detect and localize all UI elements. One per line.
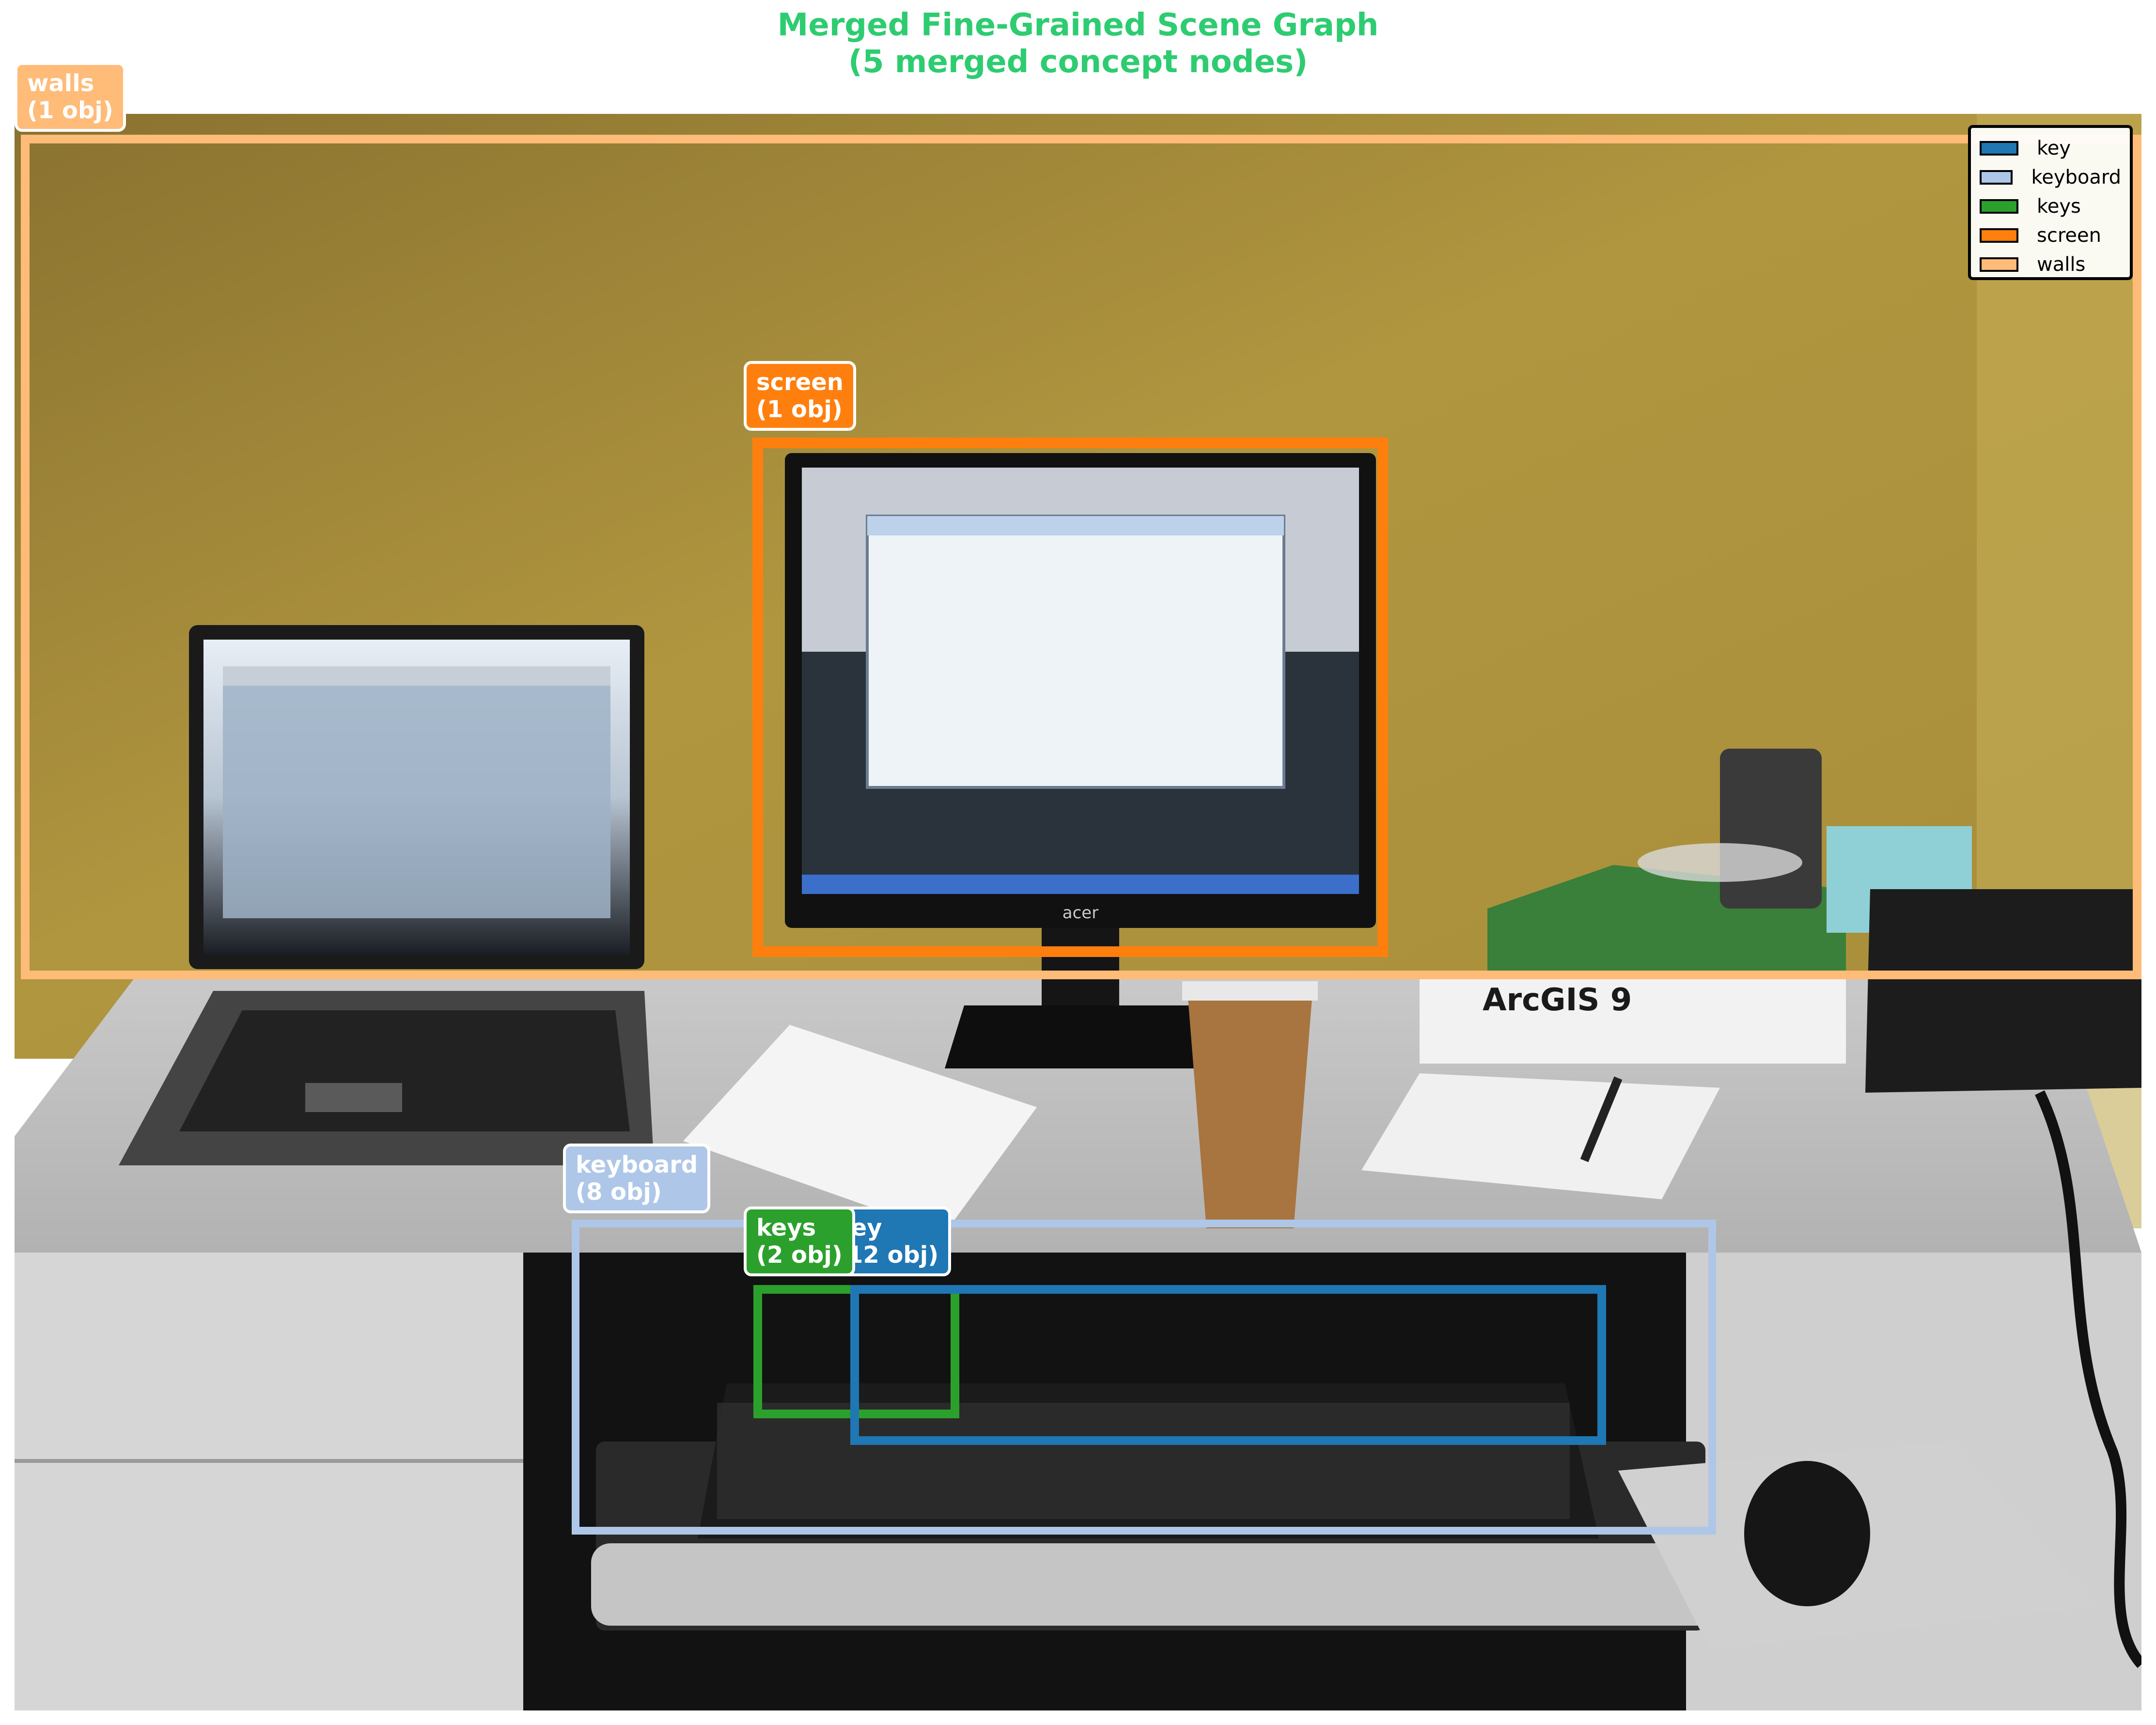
walls-tag-count: (1 obj) bbox=[27, 97, 113, 124]
legend-label-screen: screen bbox=[2037, 224, 2101, 247]
screen-box bbox=[752, 438, 1388, 957]
legend-item-keys: keys bbox=[1980, 192, 2121, 221]
mouse bbox=[1744, 1461, 1870, 1606]
legend-item-walls: walls bbox=[1980, 250, 2121, 279]
screen-tag: screen (1 obj) bbox=[744, 361, 856, 431]
keys-tag-name: keys bbox=[756, 1214, 816, 1241]
legend-swatch-walls bbox=[1980, 257, 2018, 272]
legend-label-keyboard: keyboard bbox=[2031, 166, 2121, 188]
keyboard-tag-count: (8 obj) bbox=[576, 1178, 662, 1206]
figure-title: Merged Fine-Grained Scene Graph (5 merge… bbox=[0, 7, 2156, 80]
legend-swatch-key bbox=[1980, 141, 2018, 156]
legend-label-key: key bbox=[2037, 137, 2071, 159]
walls-tag: walls (1 obj) bbox=[15, 62, 126, 132]
legend-item-key: key bbox=[1980, 134, 2121, 163]
keyboard-tag: keyboard (8 obj) bbox=[563, 1144, 711, 1213]
key-box bbox=[850, 1285, 1606, 1445]
screen-tag-count: (1 obj) bbox=[756, 396, 843, 423]
keys-tag: keys (2 obj) bbox=[744, 1207, 855, 1276]
monitor-stand bbox=[945, 1005, 1211, 1068]
desk-drawer bbox=[15, 1253, 523, 1710]
arcgis-book-title: ArcGIS 9 bbox=[1483, 982, 1632, 1018]
keys-tag-count: (2 obj) bbox=[756, 1241, 843, 1269]
legend-swatch-keyboard bbox=[1980, 170, 2013, 185]
figure-title-line-1: Merged Fine-Grained Scene Graph bbox=[777, 7, 1379, 43]
legend-item-keyboard: keyboard bbox=[1980, 163, 2121, 192]
screen-tag-name: screen bbox=[756, 369, 844, 396]
figure-title-line-2: (5 merged concept nodes) bbox=[848, 44, 1308, 80]
coffee-cup bbox=[1187, 986, 1313, 1228]
legend-label-walls: walls bbox=[2037, 253, 2086, 276]
wrist-rest bbox=[591, 1543, 1720, 1626]
legend-swatch-keys bbox=[1980, 199, 2018, 214]
legend-item-screen: screen bbox=[1980, 221, 2121, 250]
legend: key keyboard keys screen walls bbox=[1968, 125, 2133, 280]
laptop-keyboard bbox=[179, 1010, 630, 1131]
legend-swatch-screen bbox=[1980, 228, 2018, 243]
legend-label-keys: keys bbox=[2037, 195, 2081, 218]
walls-tag-name: walls bbox=[27, 70, 94, 97]
keyboard-tag-name: keyboard bbox=[576, 1151, 698, 1178]
